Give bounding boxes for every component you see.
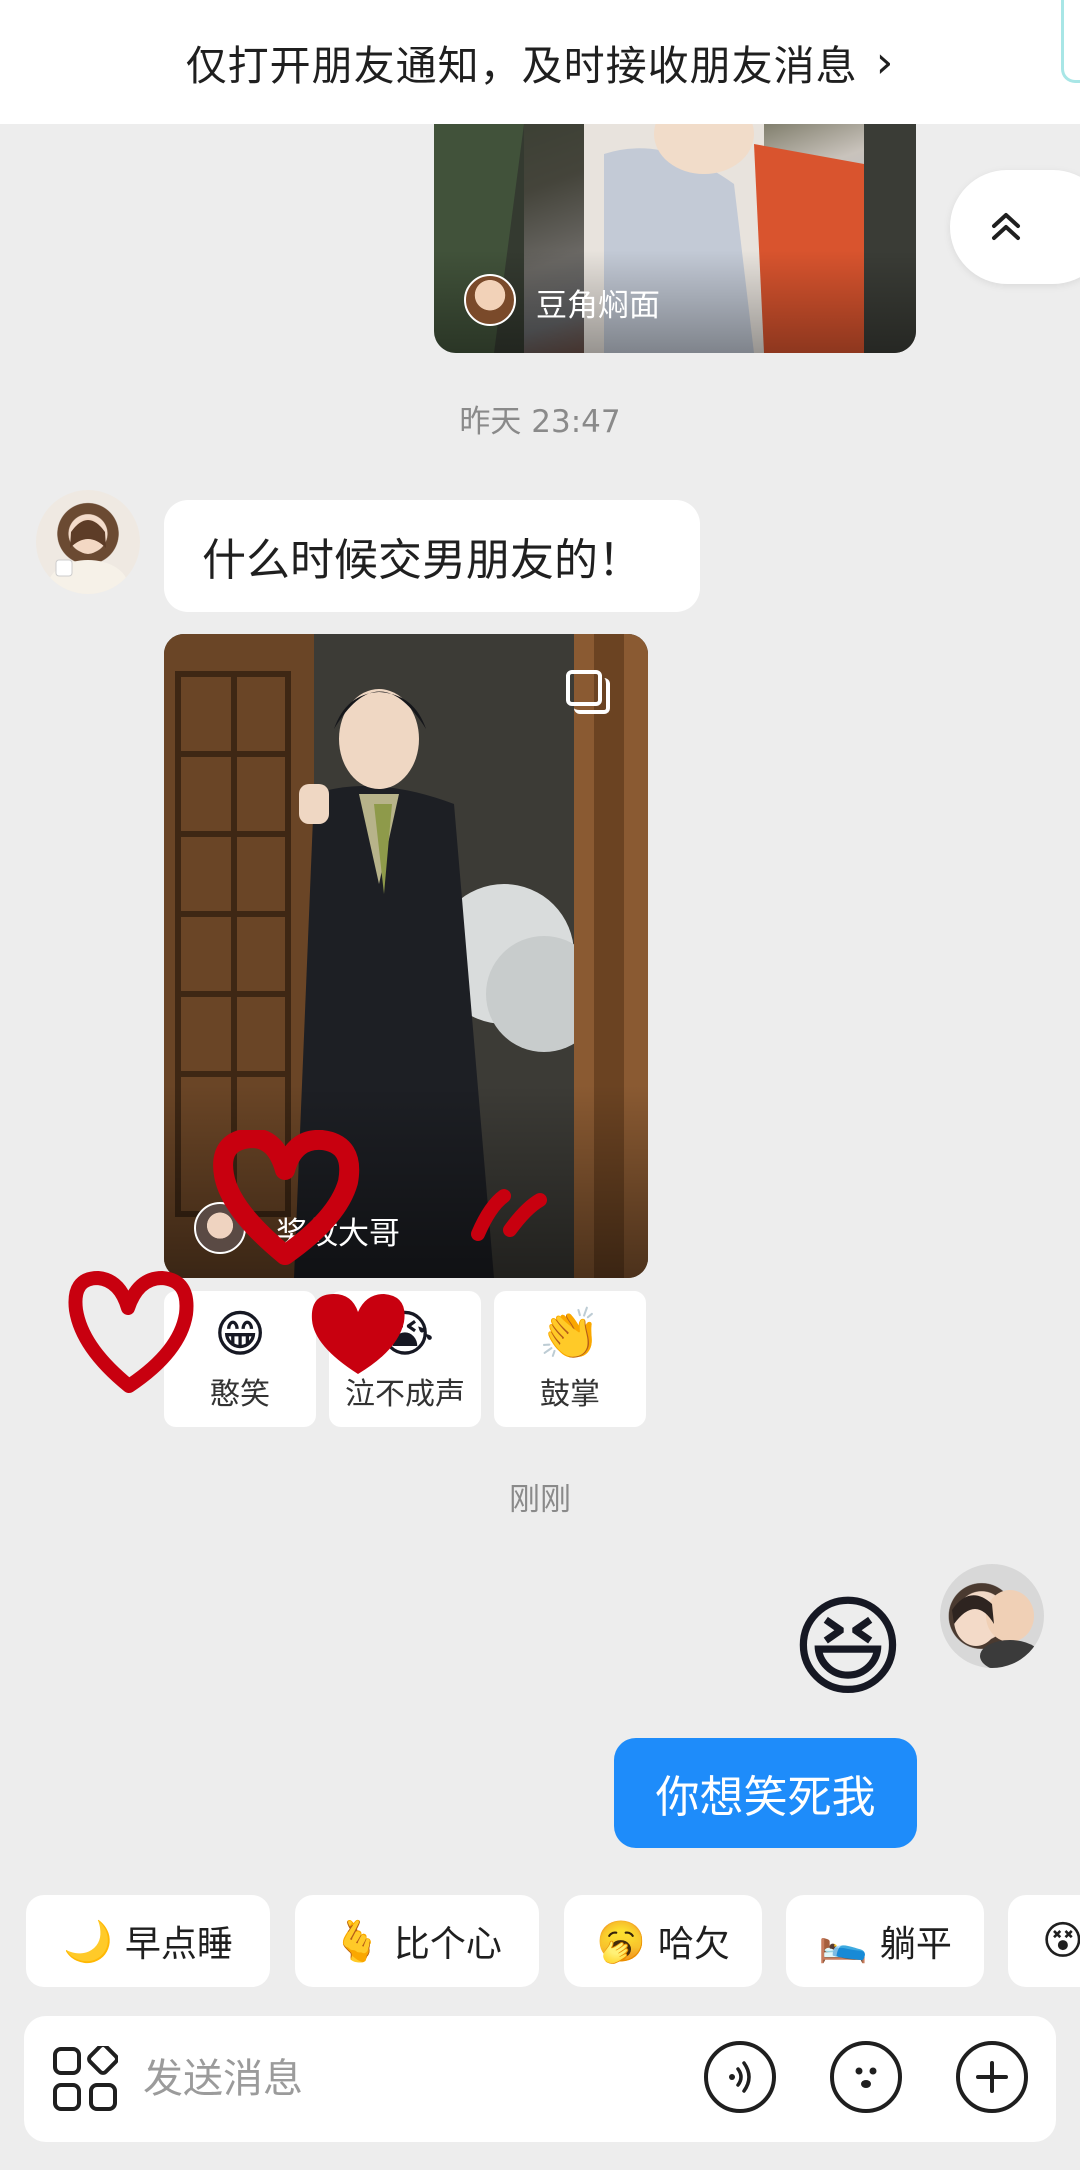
banner-text: 仅打开朋友通知，及时接收朋友消息	[185, 42, 858, 90]
message-text: 什么时候交男朋友的！	[202, 535, 642, 586]
scroll-to-top-button[interactable]	[950, 170, 1080, 284]
my-avatar[interactable]	[940, 1564, 1044, 1668]
grin-emoji-icon: 😁	[213, 1305, 267, 1363]
yawn-icon: 🥱	[596, 1918, 646, 1965]
reaction-label: 鼓掌	[540, 1377, 600, 1412]
quick-reply-chip[interactable]: 🛌 躺平	[786, 1895, 984, 1987]
friend-notification-banner[interactable]: 仅打开朋友通知，及时接收朋友消息 ›	[0, 0, 1080, 124]
finger-heart-icon: 🫰	[332, 1918, 382, 1965]
plus-icon	[976, 2061, 1008, 2093]
banner-edge-decoration	[1061, 0, 1080, 83]
my-avatar-graphic	[952, 1590, 1040, 1668]
voice-button[interactable]	[704, 2041, 776, 2113]
friend-avatar[interactable]	[36, 490, 140, 594]
smiley-face-icon	[855, 2067, 877, 2088]
friend-message-bubble[interactable]: 什么时候交男朋友的！	[164, 500, 700, 612]
friend-avatar-graphic	[48, 518, 128, 594]
scribble-doodle-icon	[471, 1189, 547, 1241]
message-input[interactable]: 发送消息	[143, 2016, 303, 2142]
quick-reply-chip[interactable]: 😵	[1008, 1895, 1080, 1987]
add-more-button[interactable]	[956, 2041, 1028, 2113]
double-chevron-up-icon	[992, 213, 1020, 240]
timestamp: 刚刚	[509, 1482, 571, 1518]
apps-grid-icon[interactable]	[52, 2046, 118, 2112]
quick-reply-chip[interactable]: 🌙 早点睡	[26, 1895, 270, 1987]
quick-reply-label: 比个心	[393, 1924, 502, 1965]
shared-video-card[interactable]: 豆角焖面	[434, 124, 916, 353]
emoji-button[interactable]	[830, 2041, 902, 2113]
filled-heart-doodle-icon	[311, 1294, 405, 1374]
moon-sleep-icon: 🌙	[63, 1918, 113, 1965]
clap-emoji-icon: 👏	[538, 1305, 602, 1363]
laughing-sticker[interactable]: 😆	[780, 1584, 916, 1710]
card-author-name: 豆角焖面	[536, 288, 660, 324]
reaction-chip[interactable]: 👏 鼓掌	[494, 1291, 646, 1427]
heart-outline-doodle-icon	[68, 1271, 194, 1393]
quick-reply-chip[interactable]: 🥱 哈欠	[564, 1895, 762, 1987]
voice-wave-icon	[729, 2061, 751, 2093]
multi-image-icon-back	[574, 678, 610, 714]
quick-reply-label: 哈欠	[657, 1924, 730, 1965]
lie-flat-icon: 🛌	[818, 1918, 868, 1965]
quick-reply-label: 躺平	[879, 1924, 952, 1965]
my-message-bubble[interactable]: 你想笑死我	[614, 1738, 917, 1848]
dizzy-face-icon: 😵	[1042, 1918, 1080, 1964]
quick-reply-chip[interactable]: 🫰 比个心	[295, 1895, 539, 1987]
message-text: 你想笑死我	[655, 1772, 876, 1823]
timestamp: 昨天 23:47	[459, 404, 621, 440]
chevron-right-icon: ›	[875, 36, 895, 88]
reaction-label: 憨笑	[210, 1377, 270, 1412]
author-avatar	[464, 274, 516, 326]
heart-doodle-icon	[213, 1130, 360, 1265]
quick-reply-label: 早点睡	[124, 1924, 233, 1965]
